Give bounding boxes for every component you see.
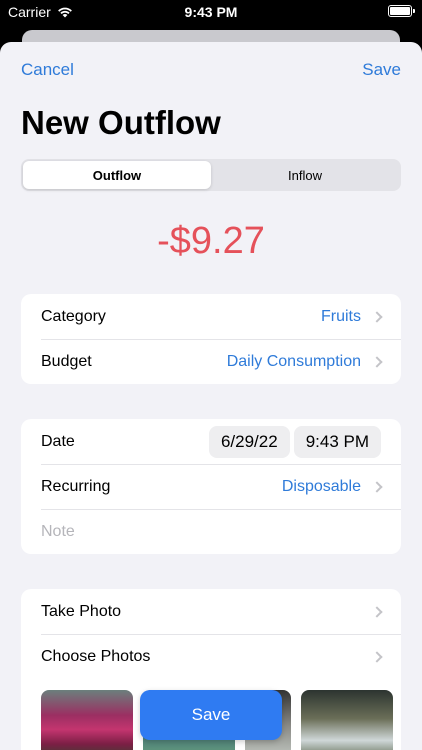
note-field[interactable]: Note [21, 509, 401, 554]
take-photo-row[interactable]: Take Photo [21, 589, 401, 634]
battery-icon [388, 5, 415, 17]
chevron-right-icon [371, 310, 383, 323]
amount-display[interactable]: -$9.27 [0, 220, 422, 263]
segment-inflow[interactable]: Inflow [211, 161, 399, 189]
budget-value: Daily Consumption [226, 352, 361, 370]
segment-outflow[interactable]: Outflow [23, 161, 211, 189]
choose-photos-row[interactable]: Choose Photos [21, 634, 401, 679]
note-placeholder: Note [41, 522, 75, 540]
recurring-value: Disposable [281, 477, 361, 495]
photo-thumbnail[interactable] [41, 690, 133, 750]
chevron-right-icon [371, 605, 383, 618]
page-title: New Outflow [21, 104, 221, 141]
chevron-right-icon [371, 355, 383, 368]
chevron-right-icon [371, 480, 383, 493]
recurring-row[interactable]: Recurring Disposable [21, 464, 401, 509]
recurring-label: Recurring [41, 477, 111, 495]
category-value: Fruits [321, 307, 361, 325]
save-button[interactable]: Save [140, 690, 282, 740]
details-group: Date 6/29/22 9:43 PM Recurring Disposabl… [21, 419, 401, 554]
classification-group: Category Fruits Budget Daily Consumption [21, 294, 401, 384]
date-label: Date [41, 432, 75, 450]
date-picker[interactable]: 6/29/22 [208, 425, 290, 458]
status-time: 9:43 PM [184, 4, 238, 20]
save-nav-button[interactable]: Save [362, 60, 401, 80]
time-picker[interactable]: 9:43 PM [293, 425, 381, 458]
chevron-right-icon [371, 650, 383, 663]
cancel-button[interactable]: Cancel [21, 60, 74, 80]
flow-type-segmented-control: Outflow Inflow [21, 159, 401, 191]
budget-label: Budget [41, 352, 92, 370]
category-row[interactable]: Category Fruits [21, 294, 401, 339]
new-outflow-sheet: Cancel Save New Outflow Outflow Inflow -… [0, 42, 422, 750]
date-row: Date 6/29/22 9:43 PM [21, 419, 401, 464]
photo-thumbnail[interactable] [301, 690, 393, 750]
status-bar: Carrier 9:43 PM [0, 0, 422, 24]
choose-photos-label: Choose Photos [41, 647, 151, 665]
take-photo-label: Take Photo [41, 602, 122, 620]
budget-row[interactable]: Budget Daily Consumption [21, 339, 401, 384]
category-label: Category [41, 307, 106, 325]
